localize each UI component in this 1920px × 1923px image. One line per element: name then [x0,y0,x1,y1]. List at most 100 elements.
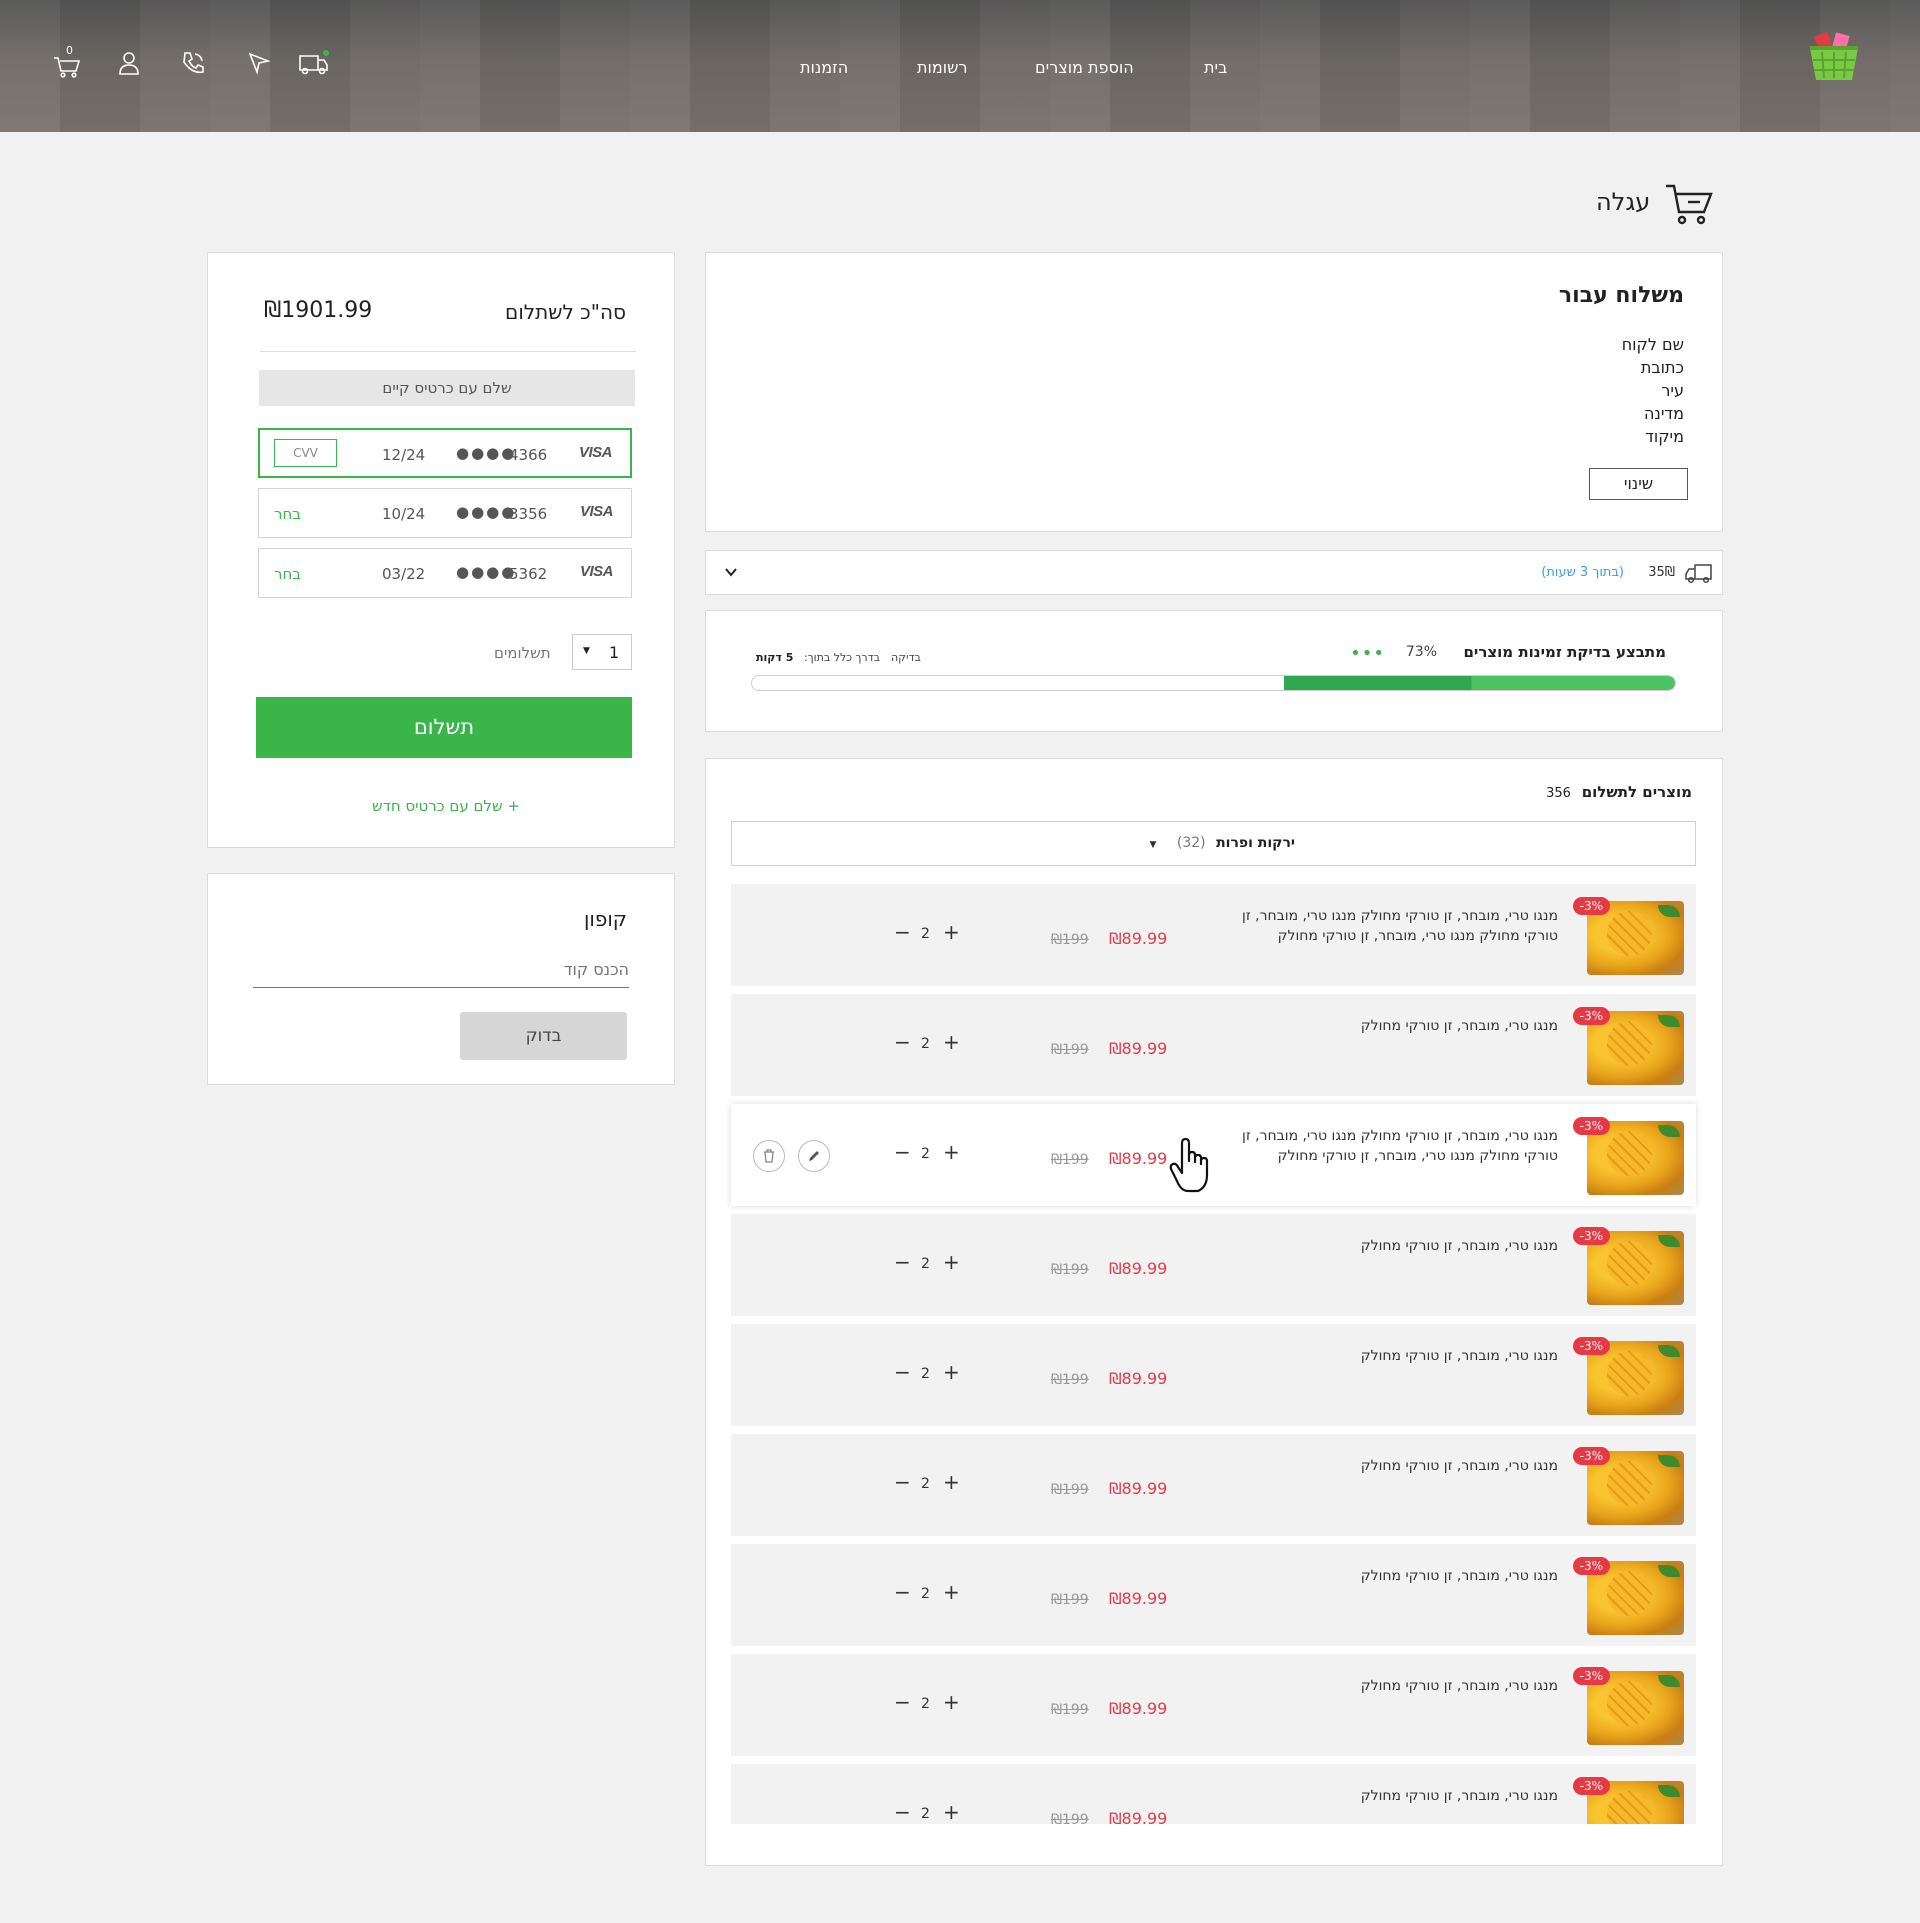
product-qty: 2 [921,1806,930,1822]
loading-dots-icon: ••• [1350,643,1385,664]
cart-icon[interactable]: 0 [52,44,82,78]
coupon-check-button[interactable]: בדוק [460,1012,627,1060]
cart-title-icon [1664,180,1716,230]
select-card-button[interactable]: בחר [274,505,301,523]
product-name: מנגו טרי, מובחר, זן טורקי מחולק [1360,1018,1558,1034]
top-header: בית הוספת מוצרים רשומות הזמנות 0 [0,0,1920,132]
user-icon[interactable] [116,50,146,80]
coupon-input[interactable] [253,952,629,988]
product-price: ₪89.99 [1109,1039,1168,1058]
increase-qty-button[interactable]: + [943,1470,960,1494]
installments-label: תשלומים [494,644,551,662]
product-row[interactable]: -3% מנגו טרי, מובחר, זן טורקי מחולק ₪89.99… [731,1654,1696,1756]
discount-badge: -3% [1572,1777,1610,1795]
product-row[interactable]: -3% מנגו טרי, מובחר, זן טורקי מחולק מנגו … [731,884,1696,986]
product-row[interactable]: -3% מנגו טרי, מובחר, זן טורקי מחולק ₪89.99… [731,994,1696,1096]
saved-card-2[interactable]: VISA 3356 ●●●● 10/24 בחר [258,488,632,538]
nav-home[interactable]: בית [1204,58,1227,77]
product-row[interactable]: -3% מנגו טרי, מובחר, זן טורקי מחולק ₪89.99… [731,1214,1696,1316]
cvv-input[interactable]: CVV [274,439,337,467]
nav-orders[interactable]: הזמנות [800,58,848,77]
product-name: מנגו טרי, מובחר, זן טורקי מחולק [1360,1348,1558,1364]
decrease-qty-button[interactable]: − [894,1580,911,1604]
divider [260,351,636,352]
new-card-link[interactable]: + שלם עם כרטיס חדש [372,797,520,815]
change-address-button[interactable]: שינוי [1589,468,1688,500]
increase-qty-button[interactable]: + [943,1250,960,1274]
increase-qty-button[interactable]: + [943,1360,960,1384]
product-qty: 2 [921,1696,930,1712]
page-title: עגלה [1596,188,1651,216]
decrease-qty-button[interactable]: − [894,1470,911,1494]
product-old-price: ₪199 [1051,1042,1089,1058]
decrease-qty-button[interactable]: − [894,1690,911,1714]
increase-qty-button[interactable]: + [943,1690,960,1714]
eta-label: בדרך כלל בתוך: [804,651,880,664]
decrease-qty-button[interactable]: − [894,1800,911,1824]
installments-value: 1 [609,643,620,662]
discount-badge: -3% [1572,1007,1610,1025]
product-row[interactable]: -3% מנגו טרי, מובחר, זן טורקי מחולק ₪89.99… [731,1764,1696,1824]
edit-icon[interactable] [798,1140,830,1172]
decrease-qty-button[interactable]: − [894,920,911,944]
increase-qty-button[interactable]: + [943,1140,960,1164]
location-arrow-icon[interactable] [246,50,276,80]
discount-badge: -3% [1572,1227,1610,1245]
products-card: מוצרים לתשלום 356 ירקות ופרות (32) ▼ -3%… [705,758,1723,1866]
decrease-qty-button[interactable]: − [894,1030,911,1054]
eta-value: 5 דקות [756,651,794,664]
discount-badge: -3% [1572,897,1610,915]
increase-qty-button[interactable]: + [943,920,960,944]
select-card-button[interactable]: בחר [274,565,301,583]
nav-add-products[interactable]: הוספת מוצרים [1035,58,1134,77]
product-qty: 2 [921,1586,930,1602]
product-row[interactable]: -3% מנגו טרי, מובחר, זן טורקי מחולק ₪89.99… [731,1544,1696,1646]
country-line: מדינה [1643,404,1684,423]
product-row[interactable]: -3% מנגו טרי, מובחר, זן טורקי מחולק ₪89.99… [731,1434,1696,1536]
pay-button[interactable]: תשלום [256,697,632,758]
pointer-hand-cursor-icon [1168,1137,1214,1199]
product-name: מנגו טרי, מובחר, זן טורקי מחולק [1360,1678,1558,1694]
product-list: -3% מנגו טרי, מובחר, זן טורקי מחולק מנגו … [706,759,1722,1824]
delivery-option-select[interactable]: 35₪ (בתוך 3 שעות) [705,550,1723,595]
product-qty: 2 [921,1366,930,1382]
product-price: ₪89.99 [1109,1479,1168,1498]
delivery-truck-icon[interactable] [297,48,329,78]
increase-qty-button[interactable]: + [943,1030,960,1054]
trash-icon[interactable] [753,1140,785,1172]
coupon-title: קופון [583,907,627,931]
total-amount: ₪1901.99 [264,298,373,323]
cart-count: 0 [66,44,73,57]
decrease-qty-button[interactable]: − [894,1250,911,1274]
phone-icon[interactable] [180,50,210,80]
product-price: ₪89.99 [1109,1369,1168,1388]
increase-qty-button[interactable]: + [943,1800,960,1824]
decrease-qty-button[interactable]: − [894,1360,911,1384]
product-price: ₪89.99 [1109,1589,1168,1608]
product-qty: 2 [921,1146,930,1162]
existing-card-label: שלם עם כרטיס קיים [259,370,635,406]
increase-qty-button[interactable]: + [943,1580,960,1604]
product-price: ₪89.99 [1109,1259,1168,1278]
discount-badge: -3% [1572,1557,1610,1575]
delivery-eta: (בתוך 3 שעות) [1541,565,1624,580]
nav-records[interactable]: רשומות [917,58,967,77]
product-qty: 2 [921,926,930,942]
availability-progress-bar [751,675,1676,691]
saved-card-3[interactable]: VISA 5362 ●●●● 03/22 בחר [258,548,632,598]
chevron-down-icon[interactable] [724,564,738,583]
delivery-price: 35₪ [1648,565,1675,580]
availability-percent: 73% [1405,644,1437,660]
shipping-card: משלוח עבור שם לקוח כתובת עיר מדינה מיקוד… [705,252,1723,532]
caret-down-icon: ▼ [583,646,590,656]
saved-card-1[interactable]: VISA 4366 ●●●● 12/24 CVV [258,428,632,478]
product-row[interactable]: -3% מנגו טרי, מובחר, זן טורקי מחולק ₪89.99… [731,1324,1696,1426]
basket-logo[interactable] [1806,32,1862,84]
decrease-qty-button[interactable]: − [894,1140,911,1164]
product-name: מנגו טרי, מובחר, זן טורקי מחולק [1360,1238,1558,1254]
product-qty: 2 [921,1036,930,1052]
product-old-price: ₪199 [1051,1372,1089,1388]
installments-select[interactable]: ▼ 1 [572,634,632,670]
discount-badge: -3% [1572,1667,1610,1685]
product-old-price: ₪199 [1051,1812,1089,1824]
